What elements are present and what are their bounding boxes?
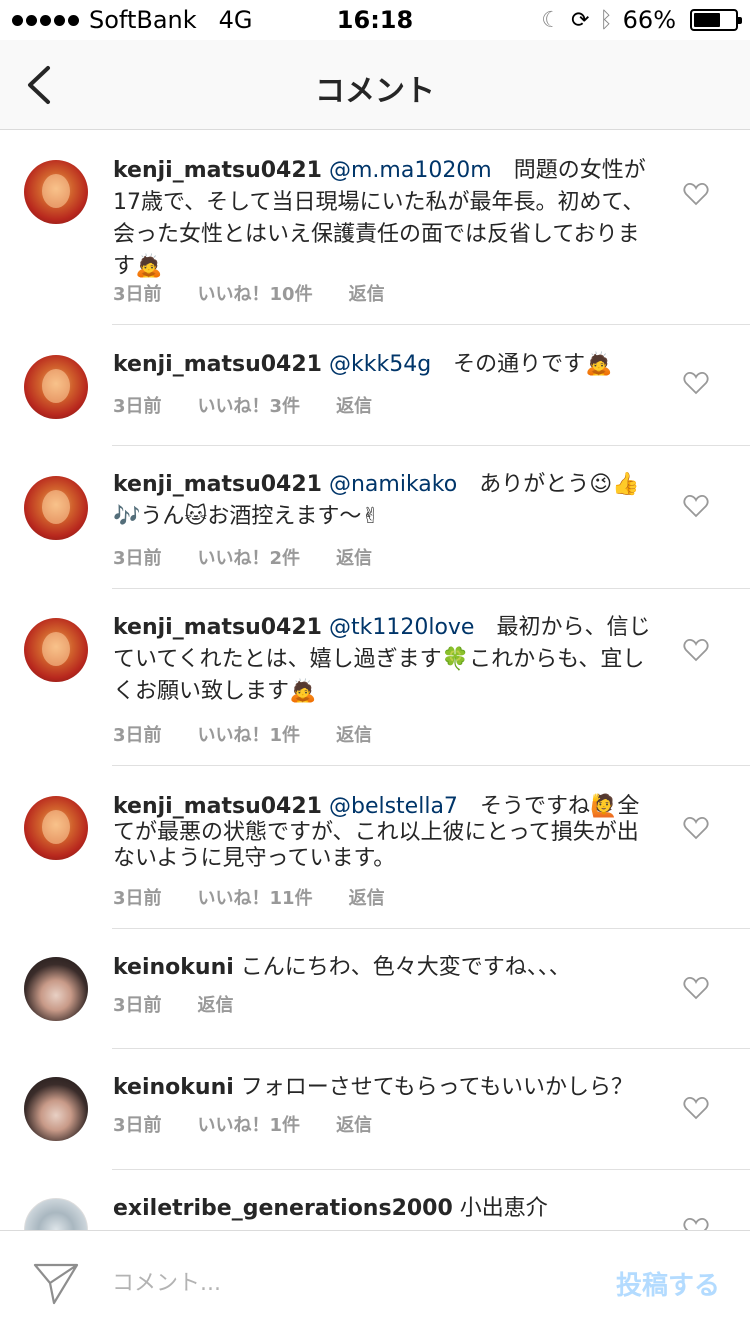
bluetooth-icon: ᛒ	[599, 7, 613, 33]
avatar[interactable]	[24, 1198, 88, 1230]
comment-text: その通りです🙇	[431, 352, 613, 377]
comment-item: kenji_matsu0421 @tk1120love 最初から、信じていてくれ…	[0, 589, 750, 766]
comment-meta: 3日前 返信	[113, 991, 270, 1017]
reply-button[interactable]: 返信	[336, 1111, 372, 1137]
comment-username[interactable]: keinokuni	[113, 1075, 234, 1100]
status-bar: SoftBank 4G 16:18 ☾ ⟳ ᛒ 66%	[0, 0, 750, 40]
paper-plane-icon[interactable]	[32, 1261, 80, 1305]
reply-button[interactable]: 返信	[198, 991, 234, 1017]
comment-body: kenji_matsu0421 @m.ma1020m 問題の女性が17歳で、そし…	[113, 155, 653, 283]
heart-icon[interactable]	[683, 976, 709, 1000]
avatar[interactable]	[24, 476, 88, 540]
comment-body: kenji_matsu0421 @namikako ありがとう😉👍🎶うん🐱お酒控…	[113, 469, 653, 533]
moon-icon: ☾	[541, 7, 562, 33]
heart-icon[interactable]	[683, 1217, 709, 1230]
comment-likes[interactable]: いいね！10件	[198, 280, 313, 306]
comment-likes[interactable]: いいね！1件	[198, 721, 301, 747]
avatar[interactable]	[24, 618, 88, 682]
comment-meta: 3日前 いいね！1件 返信	[113, 1111, 408, 1137]
comment-input[interactable]	[112, 1261, 572, 1305]
comment-username[interactable]: keinokuni	[113, 955, 234, 980]
heart-icon[interactable]	[683, 182, 709, 206]
comment-item: keinokuni フォローさせてもらってもいいかしら？ 3日前 いいね！1件 …	[0, 1049, 750, 1170]
reply-button[interactable]: 返信	[336, 721, 372, 747]
reply-button[interactable]: 返信	[349, 280, 385, 306]
post-button[interactable]: 投稿する	[616, 1265, 720, 1302]
avatar[interactable]	[24, 1077, 88, 1141]
comment-body: keinokuni フォローさせてもらってもいいかしら？	[113, 1072, 653, 1104]
comment-item: kenji_matsu0421 @belstella7 そうですね🙋全てが最悪の…	[0, 766, 750, 929]
comment-meta: 3日前 いいね！3件 返信	[113, 392, 408, 418]
comment-username[interactable]: exiletribe_generations2000	[113, 1196, 453, 1221]
avatar[interactable]	[24, 957, 88, 1021]
comment-likes[interactable]: いいね！3件	[198, 392, 301, 418]
heart-icon[interactable]	[683, 638, 709, 662]
reply-button[interactable]: 返信	[336, 544, 372, 570]
battery-level	[694, 13, 720, 27]
reply-button[interactable]: 返信	[349, 884, 385, 910]
comment-username[interactable]: kenji_matsu0421	[113, 472, 322, 497]
comment-text: フォローさせてもらってもいいかしら？	[240, 1075, 634, 1100]
comment-username[interactable]: kenji_matsu0421	[113, 615, 322, 640]
comment-item: kenji_matsu0421 @m.ma1020m 問題の女性が17歳で、そし…	[0, 130, 750, 325]
avatar[interactable]	[24, 796, 88, 860]
heart-icon[interactable]	[683, 371, 709, 395]
rotation-lock-icon: ⟳	[571, 7, 590, 33]
comment-timestamp: 3日前	[113, 548, 162, 569]
comment-likes[interactable]: いいね！1件	[198, 1111, 301, 1137]
comment-body: kenji_matsu0421 @belstella7 そうですね🙋全てが最悪の…	[113, 794, 653, 872]
comment-composer: 投稿する	[0, 1230, 750, 1334]
comment-timestamp: 3日前	[113, 888, 162, 909]
comment-timestamp: 3日前	[113, 725, 162, 746]
page-title: コメント	[315, 74, 435, 109]
comment-likes[interactable]: いいね！11件	[198, 884, 313, 910]
comment-timestamp: 3日前	[113, 1115, 162, 1136]
comment-item: kenji_matsu0421 @kkk54g その通りです🙇 3日前 いいね！…	[0, 325, 750, 446]
comment-username[interactable]: kenji_matsu0421	[113, 158, 322, 183]
comment-mention[interactable]: @m.ma1020m	[329, 158, 492, 183]
comment-text: こんにちわ、色々大変ですね、、、	[240, 955, 571, 980]
heart-icon[interactable]	[683, 1096, 709, 1120]
comment-body: keinokuni こんにちわ、色々大変ですね、、、	[113, 952, 653, 984]
comment-body: exiletribe_generations2000 小出恵介	[113, 1193, 673, 1225]
heart-icon[interactable]	[683, 494, 709, 518]
avatar[interactable]	[24, 160, 88, 224]
comment-timestamp: 3日前	[113, 396, 162, 417]
comment-likes[interactable]: いいね！2件	[198, 544, 301, 570]
comment-mention[interactable]: @kkk54g	[329, 352, 431, 377]
comment-username[interactable]: kenji_matsu0421	[113, 794, 322, 819]
comment-meta: 3日前 いいね！10件 返信	[113, 280, 421, 306]
comment-text: 小出恵介	[459, 1196, 548, 1221]
comment-meta: 3日前 いいね！1件 返信	[113, 721, 408, 747]
navigation-bar: コメント	[0, 40, 750, 130]
comment-mention[interactable]: @tk1120love	[329, 615, 474, 640]
reply-button[interactable]: 返信	[336, 392, 372, 418]
comment-body: kenji_matsu0421 @tk1120love 最初から、信じていてくれ…	[113, 612, 653, 708]
comment-body: kenji_matsu0421 @kkk54g その通りです🙇	[113, 349, 653, 381]
comment-item: kenji_matsu0421 @namikako ありがとう😉👍🎶うん🐱お酒控…	[0, 446, 750, 589]
comment-list[interactable]: kenji_matsu0421 @m.ma1020m 問題の女性が17歳で、そし…	[0, 130, 750, 1230]
avatar[interactable]	[24, 355, 88, 419]
comment-mention[interactable]: @belstella7	[329, 794, 458, 819]
comment-timestamp: 3日前	[113, 284, 162, 305]
battery-icon	[690, 9, 742, 31]
comment-username[interactable]: kenji_matsu0421	[113, 352, 322, 377]
comment-meta: 3日前 いいね！2件 返信	[113, 544, 408, 570]
comment-meta: 3日前 いいね！11件 返信	[113, 884, 421, 910]
heart-icon[interactable]	[683, 816, 709, 840]
comment-item: exiletribe_generations2000 小出恵介	[0, 1170, 750, 1230]
comment-timestamp: 3日前	[113, 995, 162, 1016]
comment-item: keinokuni こんにちわ、色々大変ですね、、、 3日前 返信	[0, 929, 750, 1049]
comment-mention[interactable]: @namikako	[329, 472, 457, 497]
battery-percent: 66%	[622, 6, 676, 34]
